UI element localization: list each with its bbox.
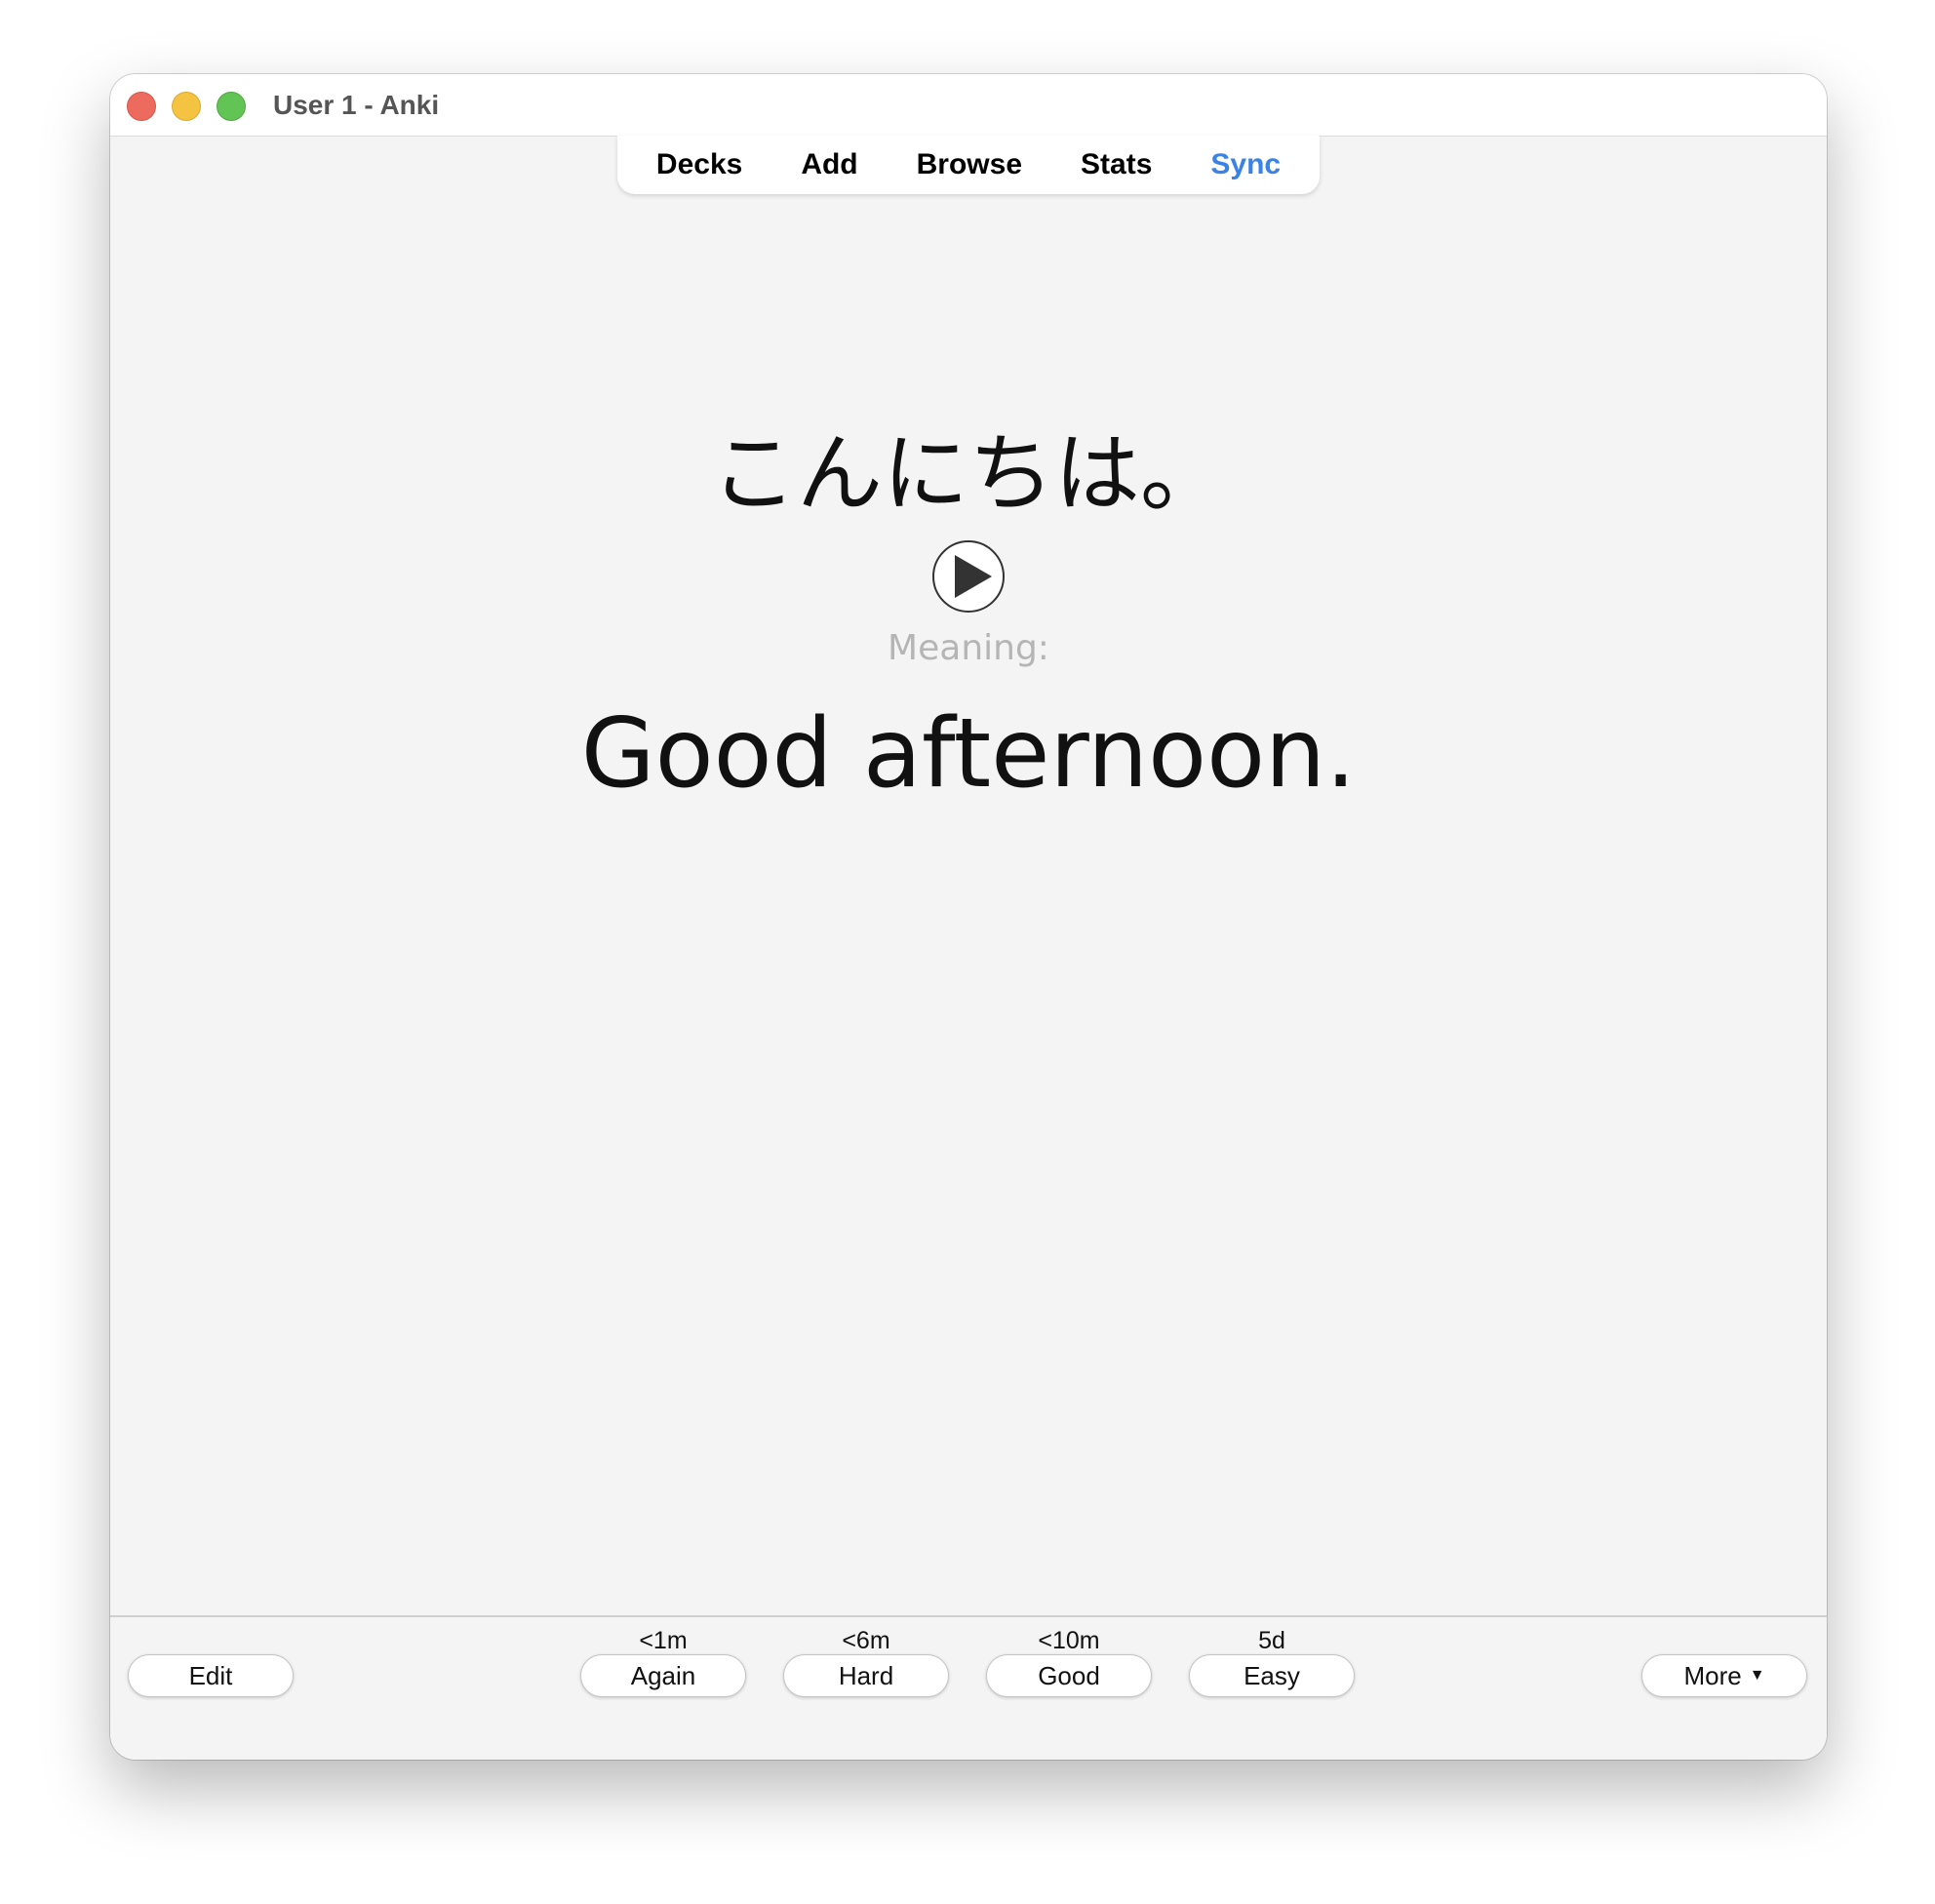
hard-button[interactable]: Hard xyxy=(783,1654,949,1697)
toolbar-browse-link[interactable]: Browse xyxy=(888,148,1051,181)
play-icon[interactable] xyxy=(931,539,1006,614)
toolbar-add-link[interactable]: Add xyxy=(771,148,887,181)
again-interval: <1m xyxy=(639,1627,688,1654)
zoom-window-button[interactable] xyxy=(217,92,246,121)
toolbar-decks-link[interactable]: Decks xyxy=(627,148,771,181)
window-title: User 1 - Anki xyxy=(273,90,440,120)
hard-interval: <6m xyxy=(842,1627,890,1654)
title-bar: User 1 - Anki xyxy=(110,74,1827,137)
good-button[interactable]: Good xyxy=(986,1654,1152,1697)
caret-down-icon: ▼ xyxy=(1749,1667,1765,1684)
easy-button[interactable]: Easy xyxy=(1189,1654,1355,1697)
again-button[interactable]: Again xyxy=(580,1654,746,1697)
review-card: こんにちは。 Meaning: Good afternoon. xyxy=(110,250,1827,813)
easy-interval: 5d xyxy=(1258,1627,1285,1654)
anki-window: User 1 - Anki Decks Add Browse Stats Syn… xyxy=(110,74,1827,1760)
main-toolbar: Decks Add Browse Stats Sync xyxy=(617,136,1320,194)
answer-bar: Edit <1m Again <6m Hard <10m Good 5d Eas… xyxy=(110,1615,1827,1760)
close-window-button[interactable] xyxy=(127,92,156,121)
good-interval: <10m xyxy=(1038,1627,1100,1654)
card-back-text: Good afternoon. xyxy=(580,698,1357,810)
meaning-label: Meaning: xyxy=(888,628,1049,668)
answer-good-group: <10m Good xyxy=(986,1617,1152,1760)
answer-again-group: <1m Again xyxy=(580,1617,746,1760)
toolbar-sync-link[interactable]: Sync xyxy=(1181,148,1310,181)
toolbar-stats-link[interactable]: Stats xyxy=(1051,148,1181,181)
minimize-window-button[interactable] xyxy=(172,92,201,121)
edit-button[interactable]: Edit xyxy=(128,1654,294,1697)
answer-easy-group: 5d Easy xyxy=(1189,1617,1355,1760)
answer-hard-group: <6m Hard xyxy=(783,1617,949,1760)
more-button-label: More xyxy=(1683,1660,1742,1690)
card-front-text: こんにちは。 xyxy=(710,423,1226,524)
more-button[interactable]: More ▼ xyxy=(1641,1654,1807,1697)
